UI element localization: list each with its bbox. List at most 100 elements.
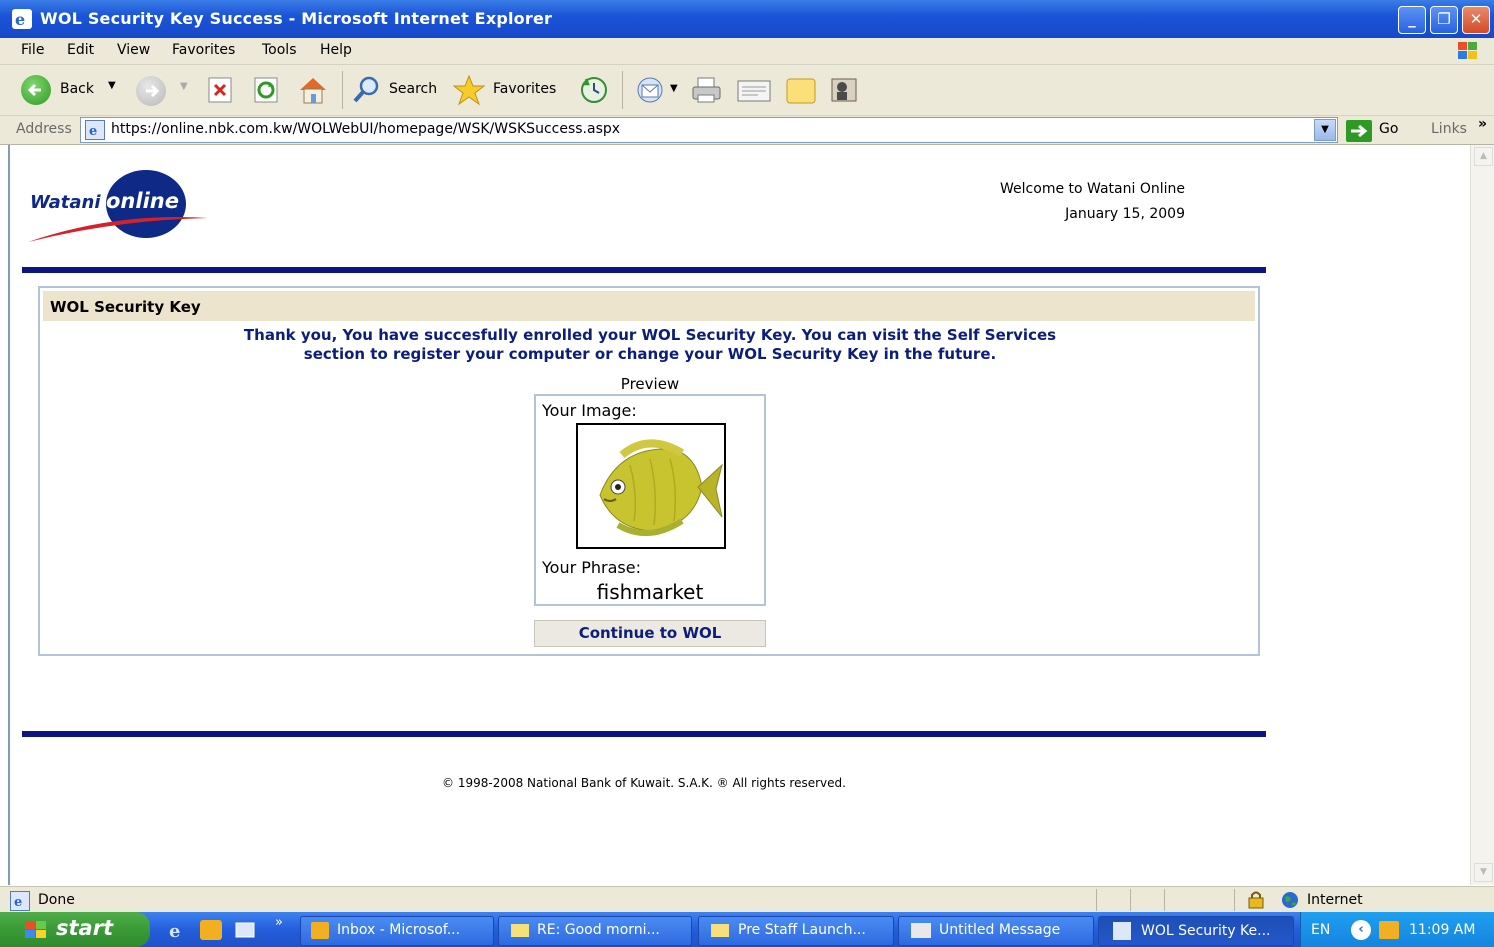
success-message-line1: Thank you, You have succesfully enrolled… [243, 326, 1057, 344]
preview-box: Your Image: Your Phrase: fishmarket [534, 394, 766, 606]
ie-page-icon: e [12, 9, 32, 29]
internet-globe-icon [1281, 891, 1299, 909]
status-separator [1130, 889, 1131, 911]
menu-help[interactable]: Help [320, 42, 352, 58]
close-button[interactable]: ✕ [1462, 6, 1490, 34]
logo-watani-text: Watani [30, 192, 101, 213]
ie-quicklaunch-icon[interactable]: e [166, 920, 188, 942]
search-label: Search [389, 81, 438, 97]
continue-button[interactable]: Continue to WOL [534, 620, 766, 647]
refresh-icon[interactable] [252, 76, 280, 104]
success-message-line2: section to register your computer or cha… [303, 345, 997, 363]
toolbar-separator [342, 71, 343, 109]
address-dropdown-icon[interactable]: ▼ [1314, 119, 1336, 141]
vertical-scrollbar[interactable]: ▲ ▼ [1470, 145, 1494, 885]
forward-dropdown-icon[interactable]: ▼ [180, 81, 188, 92]
envelope-icon [711, 924, 729, 937]
go-arrow-icon [1346, 120, 1372, 142]
task-label: RE: Good morni... [537, 922, 660, 938]
start-button[interactable]: start [0, 912, 150, 947]
home-icon[interactable] [296, 74, 330, 106]
page-done-icon: e [10, 891, 30, 911]
taskbar-item-re-good-morning[interactable]: RE: Good morni... [498, 916, 692, 946]
menu-edit[interactable]: Edit [67, 42, 94, 58]
windows-flag-icon [1456, 40, 1480, 62]
system-tray: EN ‹ 11:09 AM [1300, 912, 1494, 947]
scroll-down-icon[interactable]: ▼ [1474, 863, 1493, 882]
windows-flag-icon [24, 920, 48, 940]
standard-toolbar: Back ▼ ▼ Search Favorites ▼ [0, 65, 1494, 116]
copyright-footer: © 1998-2008 National Bank of Kuwait. S.A… [442, 776, 846, 790]
tray-expand-icon[interactable]: ‹ [1351, 920, 1371, 940]
task-label: Inbox - Microsof... [337, 922, 461, 938]
messenger-icon[interactable] [828, 75, 862, 105]
back-button[interactable]: Back ▼ [18, 74, 122, 106]
header-divider [22, 267, 1266, 273]
compose-icon [911, 923, 931, 938]
menu-view[interactable]: View [117, 42, 150, 58]
clock[interactable]: 11:09 AM [1409, 922, 1475, 938]
start-label: start [56, 916, 114, 940]
scroll-up-icon[interactable]: ▲ [1474, 147, 1493, 166]
language-indicator[interactable]: EN [1311, 922, 1330, 938]
task-label: WOL Security Ke... [1141, 923, 1271, 939]
quicklaunch-chevron-icon[interactable]: » [275, 915, 283, 930]
svg-text:e: e [14, 895, 22, 910]
watani-online-logo[interactable]: Watani online [26, 166, 216, 246]
search-button[interactable]: Search [350, 74, 442, 106]
toolbar-separator [622, 71, 623, 109]
panel-title: WOL Security Key [50, 298, 201, 316]
status-separator [1234, 889, 1235, 911]
favorites-button[interactable]: Favorites [452, 74, 564, 106]
edit-icon[interactable] [736, 77, 772, 105]
links-chevron-icon[interactable]: » [1478, 116, 1487, 132]
mail-dropdown-icon[interactable]: ▼ [670, 83, 678, 94]
menu-favorites[interactable]: Favorites [172, 42, 235, 58]
svg-text:e: e [169, 921, 180, 940]
status-bar: e Done Internet [0, 886, 1494, 913]
address-input[interactable]: e https://online.nbk.com.kw/WOLWebUI/hom… [80, 117, 1338, 143]
taskbar-item-untitled-message[interactable]: Untitled Message [898, 916, 1094, 946]
links-label[interactable]: Links [1431, 121, 1467, 137]
back-label: Back [60, 81, 94, 97]
task-label: Pre Staff Launch... [738, 922, 866, 938]
padlock-icon[interactable] [1246, 889, 1266, 909]
taskbar-item-wol-security-key[interactable]: WOL Security Ke... [1098, 916, 1294, 946]
go-label: Go [1379, 121, 1399, 137]
mail-icon[interactable] [634, 75, 668, 105]
outlook-icon [311, 922, 329, 939]
search-icon [350, 74, 382, 106]
svg-text:e: e [15, 10, 25, 29]
svg-text:e: e [89, 124, 97, 139]
forward-arrow-icon[interactable] [136, 76, 166, 106]
menu-file[interactable]: File [21, 42, 44, 58]
menu-tools[interactable]: Tools [262, 42, 297, 58]
back-arrow-icon [21, 75, 51, 105]
history-icon[interactable] [578, 75, 610, 105]
taskbar-item-pre-staff-launch[interactable]: Pre Staff Launch... [698, 916, 894, 946]
zone-text: Internet [1307, 892, 1363, 908]
menu-bar: File Edit View Favorites Tools Help [0, 38, 1494, 65]
task-label: Untitled Message [939, 922, 1061, 938]
stop-icon[interactable] [206, 76, 234, 104]
fish-image-icon [599, 439, 723, 537]
minimize-button[interactable]: _ [1398, 6, 1426, 34]
date-text: January 15, 2009 [1065, 206, 1185, 222]
favorites-star-icon [452, 74, 486, 106]
desktop-quicklaunch-icon[interactable] [234, 920, 256, 940]
discuss-icon[interactable] [784, 76, 818, 106]
envelope-icon [511, 924, 529, 937]
print-icon[interactable] [690, 75, 724, 105]
maximize-button[interactable]: ❐ [1430, 6, 1458, 34]
security-image [576, 423, 726, 549]
ie-page-icon: e [85, 120, 105, 140]
footer-divider [22, 731, 1266, 737]
window-titlebar: e WOL Security Key Success - Microsoft I… [0, 0, 1494, 38]
status-text: Done [38, 892, 75, 908]
outlook-quicklaunch-icon[interactable] [200, 920, 222, 940]
outlook-tray-icon[interactable] [1379, 921, 1399, 939]
logo-online-text: online [106, 189, 179, 213]
address-url: https://online.nbk.com.kw/WOLWebUI/homep… [111, 121, 621, 137]
back-dropdown-icon[interactable]: ▼ [108, 80, 116, 91]
taskbar-item-inbox[interactable]: Inbox - Microsof... [300, 916, 494, 946]
